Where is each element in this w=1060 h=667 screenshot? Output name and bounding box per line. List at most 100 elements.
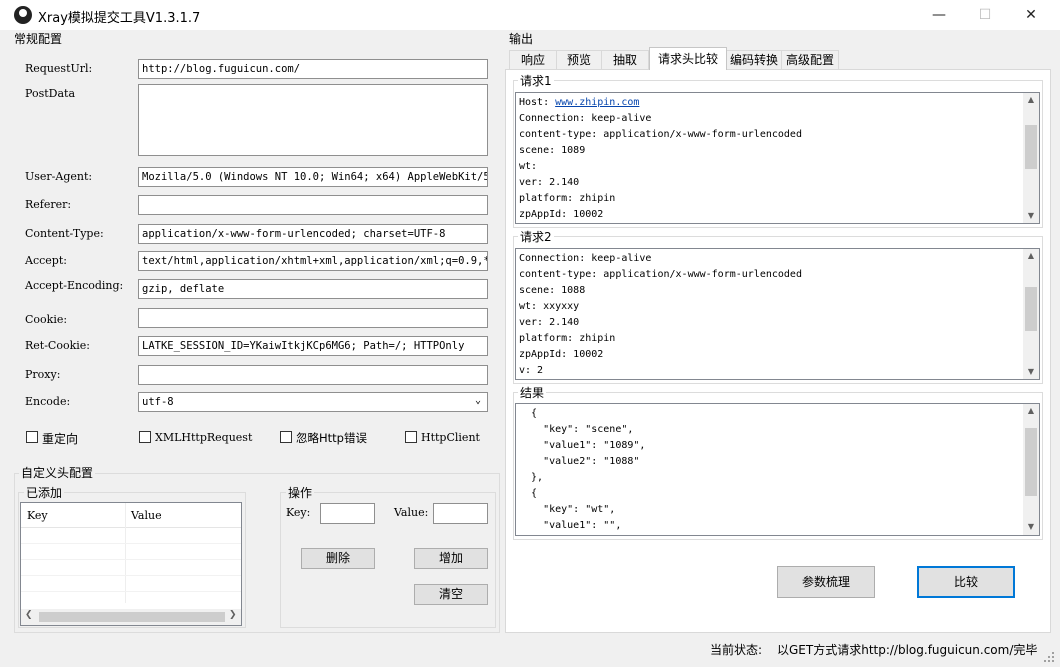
scroll-down-icon[interactable]: ▼ xyxy=(1023,367,1039,376)
redirect-checkbox-label: 重定向 xyxy=(42,432,79,446)
accept-encoding-label: Accept-Encoding: xyxy=(25,279,124,292)
value-input[interactable] xyxy=(433,503,488,524)
window-title: Xray模拟提交工具V1.3.1.7 xyxy=(38,11,201,26)
chevron-down-icon: ⌄ xyxy=(474,395,481,406)
referer-input[interactable] xyxy=(138,195,488,215)
scroll-down-icon[interactable]: ▼ xyxy=(1023,211,1039,220)
post-data-label: PostData xyxy=(25,87,75,100)
scroll-thumb[interactable] xyxy=(1025,125,1037,169)
redirect-checkbox[interactable] xyxy=(26,431,38,443)
column-key[interactable]: Key xyxy=(27,509,48,522)
req2-line: ver: 2.140 xyxy=(519,317,580,328)
grid-line xyxy=(21,591,241,592)
delete-button[interactable]: 删除 xyxy=(301,548,375,569)
result-line: "value2": "1088" xyxy=(519,456,640,467)
tab-header-compare[interactable]: 请求头比较 xyxy=(649,47,727,70)
accept-input[interactable]: text/html,application/xhtml+xml,applicat… xyxy=(138,251,488,271)
general-config-title: 常规配置 xyxy=(14,32,63,46)
scroll-right-icon[interactable]: ❯ xyxy=(229,610,237,620)
ret-cookie-label: Ret-Cookie: xyxy=(25,339,90,352)
request1-title: 请求1 xyxy=(518,72,554,89)
request-url-input[interactable]: http://blog.fuguicun.com/ xyxy=(138,59,488,79)
accept-encoding-input[interactable]: gzip, deflate xyxy=(138,279,488,299)
content-type-input[interactable]: application/x-www-form-urlencoded; chars… xyxy=(138,224,488,244)
add-button[interactable]: 增加 xyxy=(414,548,488,569)
request2-scrollbar[interactable]: ▲ ▼ xyxy=(1023,249,1039,379)
request2-content: Connection: keep-alive content-type: app… xyxy=(516,249,1039,379)
maximize-button[interactable]: ☐ xyxy=(962,0,1008,30)
req2-line: Connection: keep-alive xyxy=(519,253,652,264)
request2-textbox[interactable]: Connection: keep-alive content-type: app… xyxy=(515,248,1040,380)
result-content: { "key": "scene", "value1": "1089", "val… xyxy=(516,404,1039,535)
result-line: { xyxy=(519,488,538,499)
minimize-button[interactable]: — xyxy=(916,0,962,30)
xmlhttprequest-checkbox[interactable] xyxy=(139,431,151,443)
req2-line: wt: xxyxxy xyxy=(519,301,580,312)
user-agent-input[interactable]: Mozilla/5.0 (Windows NT 10.0; Win64; x64… xyxy=(138,167,488,187)
request2-title: 请求2 xyxy=(518,228,554,245)
compare-button[interactable]: 比较 xyxy=(917,566,1015,598)
host-key: Host: xyxy=(519,97,556,108)
encode-label: Encode: xyxy=(25,395,71,408)
result-title: 结果 xyxy=(518,384,547,401)
result-line: { xyxy=(519,408,538,419)
content-type-label: Content-Type: xyxy=(25,227,104,240)
result-line: "key": "wt", xyxy=(519,504,616,515)
result-line: }, xyxy=(519,472,544,483)
listview-header: Key Value xyxy=(21,503,241,603)
output-title: 输出 xyxy=(509,32,534,46)
request1-scrollbar[interactable]: ▲ ▼ xyxy=(1023,93,1039,223)
result-textbox[interactable]: { "key": "scene", "value1": "1089", "val… xyxy=(515,403,1040,536)
result-line: "value1": "1089", xyxy=(519,440,646,451)
tab-encode-convert[interactable]: 编码转换 xyxy=(726,50,782,69)
status-label: 当前状态: xyxy=(710,643,763,657)
scroll-thumb[interactable] xyxy=(1025,428,1037,496)
tab-extract[interactable]: 抽取 xyxy=(601,50,649,69)
close-button[interactable]: ✕ xyxy=(1008,0,1054,30)
grid-line xyxy=(21,543,241,544)
key-input[interactable] xyxy=(320,503,375,524)
cookie-input[interactable] xyxy=(138,308,488,328)
grid-line xyxy=(21,575,241,576)
app-icon xyxy=(14,6,32,24)
encode-select[interactable]: utf-8 ⌄ xyxy=(138,392,488,412)
tab-preview[interactable]: 预览 xyxy=(556,50,602,69)
param-organize-button[interactable]: 参数梳理 xyxy=(777,566,875,598)
post-data-textarea[interactable] xyxy=(138,84,488,156)
tab-response[interactable]: 响应 xyxy=(509,50,557,69)
accept-label: Accept: xyxy=(25,254,67,267)
httpclient-checkbox[interactable] xyxy=(405,431,417,443)
encode-value: utf-8 xyxy=(142,396,174,408)
ops-title: 操作 xyxy=(286,484,315,501)
host-link[interactable]: www.zhipin.com xyxy=(555,97,639,108)
scroll-thumb[interactable] xyxy=(1025,287,1037,331)
scroll-down-icon[interactable]: ▼ xyxy=(1023,522,1039,531)
result-line: "value1": "", xyxy=(519,520,622,531)
headers-listview[interactable]: Key Value ❮ ❯ xyxy=(20,502,242,626)
scroll-up-icon[interactable]: ▲ xyxy=(1023,95,1039,104)
resize-grip-icon[interactable] xyxy=(1044,652,1056,664)
tab-advanced[interactable]: 高级配置 xyxy=(781,50,839,69)
added-title: 已添加 xyxy=(24,484,65,501)
ignore-http-error-checkbox[interactable] xyxy=(280,431,292,443)
column-value[interactable]: Value xyxy=(131,509,162,522)
scroll-thumb[interactable] xyxy=(39,612,225,622)
request-url-label: RequestUrl: xyxy=(25,62,93,75)
horizontal-scrollbar[interactable]: ❮ ❯ xyxy=(21,609,241,625)
req2-line: scene: 1088 xyxy=(519,285,586,296)
scroll-left-icon[interactable]: ❮ xyxy=(25,610,33,620)
status-bar: 当前状态: 以GET方式请求http://blog.fuguicun.com/完… xyxy=(0,636,1060,666)
request1-textbox[interactable]: Host: www.zhipin.com Connection: keep-al… xyxy=(515,92,1040,224)
req2-line: platform: zhipin xyxy=(519,333,616,344)
proxy-input[interactable] xyxy=(138,365,488,385)
user-agent-label: User-Agent: xyxy=(25,170,93,183)
ret-cookie-input[interactable]: LATKE_SESSION_ID=YKaiwItkjKCp6MG6; Path=… xyxy=(138,336,488,356)
column-divider xyxy=(125,503,126,603)
result-scrollbar[interactable]: ▲ ▼ xyxy=(1023,404,1039,535)
clear-button[interactable]: 清空 xyxy=(414,584,488,605)
xmlhttprequest-checkbox-label: XMLHttpRequest xyxy=(155,431,253,444)
cookie-label: Cookie: xyxy=(25,313,68,326)
scroll-up-icon[interactable]: ▲ xyxy=(1023,406,1039,415)
proxy-label: Proxy: xyxy=(25,368,61,381)
scroll-up-icon[interactable]: ▲ xyxy=(1023,251,1039,260)
